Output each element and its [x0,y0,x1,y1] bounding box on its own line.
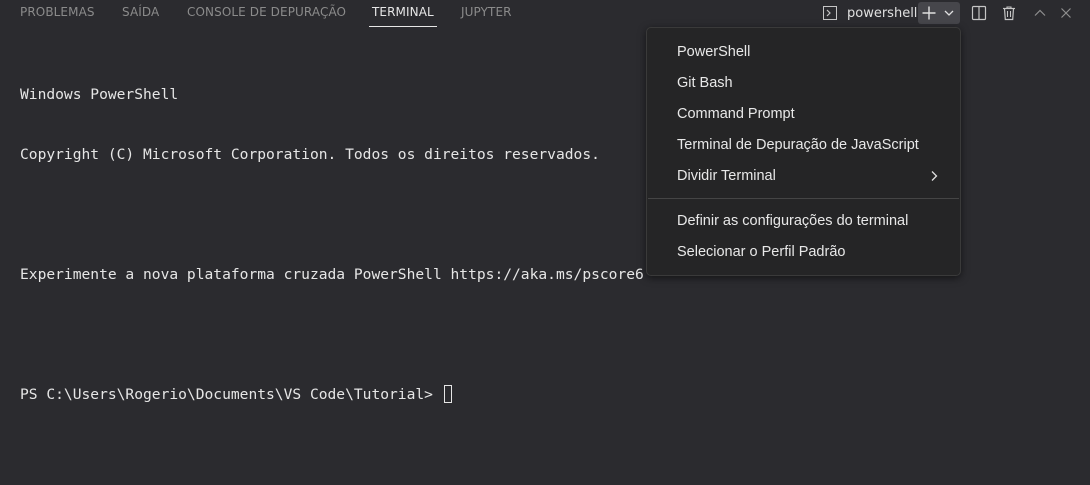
terminal-prompt-line: PS C:\Users\Rogerio\Documents\VS Code\Tu… [20,385,644,405]
menu-item-select-default-profile[interactable]: Selecionar o Perfil Padrão [677,240,950,264]
new-terminal-button-group [918,2,960,24]
terminal-selector[interactable]: powershell [822,2,918,24]
menu-item-configure-terminal-settings[interactable]: Definir as configurações do terminal [677,209,950,233]
tab-problems[interactable]: PROBLEMAS [20,0,95,27]
terminal-line: Experimente a nova plataforma cruzada Po… [20,266,644,283]
chevron-up-icon [1033,6,1047,20]
chevron-down-icon[interactable] [940,2,958,24]
menu-item-javascript-debug-terminal[interactable]: Terminal de Depuração de JavaScript [677,133,950,157]
terminal-line: Windows PowerShell [20,86,179,103]
chevron-right-icon [928,164,940,188]
trash-icon [1001,5,1017,21]
terminal-prompt: PS C:\Users\Rogerio\Documents\VS Code\Tu… [20,386,442,403]
terminal-icon [822,5,838,21]
split-terminal-button[interactable] [968,2,990,24]
plus-icon[interactable] [918,2,940,24]
new-terminal-profile-menu: PowerShell Git Bash Command Prompt Termi… [646,27,961,276]
terminal-name: powershell [847,5,918,21]
panel-tab-bar: PROBLEMAS SAÍDA CONSOLE DE DEPURAÇÃO TER… [0,0,1090,28]
tab-debug-console[interactable]: CONSOLE DE DEPURAÇÃO [187,0,346,27]
menu-item-powershell[interactable]: PowerShell [677,40,950,64]
menu-item-command-prompt[interactable]: Command Prompt [677,102,950,126]
close-icon [1059,6,1073,20]
menu-separator [648,198,959,199]
close-panel-button[interactable] [1055,2,1077,24]
menu-item-git-bash[interactable]: Git Bash [677,71,950,95]
terminal-cursor [443,385,452,403]
maximize-panel-button[interactable] [1029,2,1051,24]
tab-terminal[interactable]: TERMINAL [369,0,437,27]
menu-item-split-terminal[interactable]: Dividir Terminal [677,164,950,188]
terminal-output[interactable]: Windows PowerShell Copyright (C) Microso… [20,45,644,445]
tab-jupyter[interactable]: JUPYTER [461,0,512,27]
tab-output[interactable]: SAÍDA [122,0,159,27]
terminal-panel: PROBLEMAS SAÍDA CONSOLE DE DEPURAÇÃO TER… [0,0,1090,485]
terminal-line: Copyright (C) Microsoft Corporation. Tod… [20,146,600,163]
kill-terminal-button[interactable] [998,2,1020,24]
menu-item-split-terminal-label: Dividir Terminal [677,168,776,184]
split-editor-icon [971,5,987,21]
